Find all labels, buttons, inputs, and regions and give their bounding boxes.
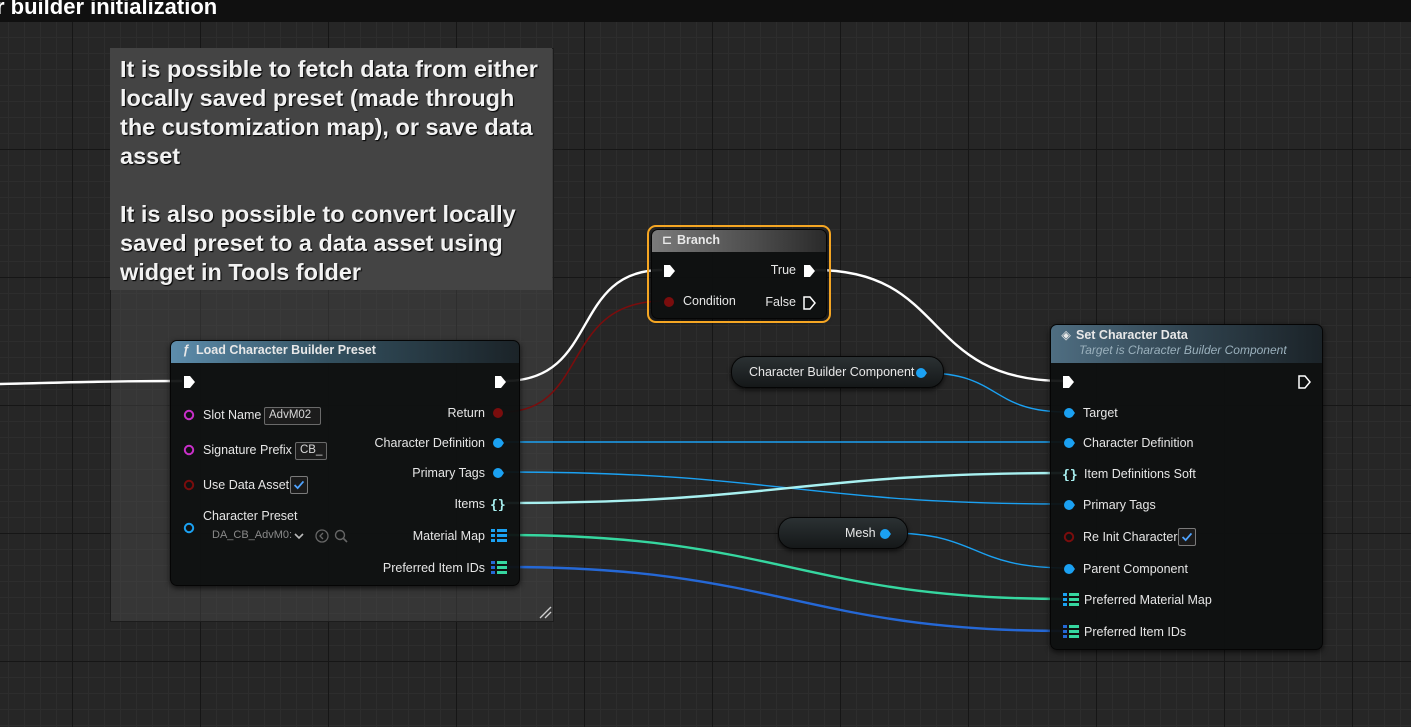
items-out-label: Items bbox=[454, 497, 485, 511]
set-node-subtitle: Target is Character Builder Component bbox=[1079, 343, 1287, 357]
exec-out-pin-icon[interactable] bbox=[493, 375, 507, 389]
preferred-item-ids-out-label: Preferred Item IDs bbox=[382, 561, 485, 575]
use-data-asset-checkbox[interactable] bbox=[290, 476, 308, 494]
character-definition-out-label: Character Definition bbox=[374, 436, 485, 450]
parent-component-pin-icon[interactable] bbox=[1063, 563, 1075, 575]
exec-wire-in bbox=[0, 379, 183, 386]
re-init-character-checkbox[interactable] bbox=[1178, 528, 1196, 546]
preferred-item-ids-in-label: Preferred Item IDs bbox=[1084, 625, 1187, 639]
character-definition-in-label: Character Definition bbox=[1083, 436, 1194, 450]
mesh-label: Mesh bbox=[845, 526, 876, 540]
preferred-item-ids-pin-icon[interactable] bbox=[491, 561, 507, 575]
exec-wire-load-to-branch bbox=[504, 268, 663, 383]
array-wire-preferred-item-ids bbox=[504, 565, 1068, 633]
material-map-pin-icon[interactable] bbox=[491, 529, 507, 543]
items-set-pin-icon[interactable]: {} bbox=[490, 497, 506, 511]
function-icon: ƒ bbox=[182, 343, 190, 357]
mesh-out-pin-icon[interactable] bbox=[879, 528, 891, 540]
character-builder-component-label: Character Builder Component bbox=[749, 365, 915, 379]
branch-selection-outline bbox=[647, 225, 831, 323]
character-preset-label: Character Preset bbox=[203, 509, 298, 523]
character-preset-pin-icon[interactable] bbox=[183, 522, 195, 534]
svg-text:{}: {} bbox=[1062, 468, 1078, 481]
slot-name-field[interactable]: AdvM02 bbox=[264, 407, 321, 425]
object-wire-component-target bbox=[925, 372, 1068, 413]
slot-name-label: Slot Name bbox=[203, 408, 262, 422]
material-map-out-label: Material Map bbox=[412, 529, 485, 543]
load-node-header[interactable]: ƒ Load Character Builder Preset bbox=[171, 341, 519, 363]
target-pin-icon[interactable] bbox=[1063, 407, 1075, 419]
use-data-asset-pin-icon[interactable] bbox=[183, 479, 195, 491]
primary-tags-out-pin-icon[interactable] bbox=[492, 467, 504, 479]
set-character-data-node[interactable]: ◈ Set Character Data Target is Character … bbox=[1050, 324, 1323, 650]
primary-tags-in-label: Primary Tags bbox=[1083, 498, 1156, 512]
set-exec-out-pin-icon[interactable] bbox=[1297, 375, 1311, 389]
set-node-title: Set Character Data bbox=[1076, 328, 1188, 342]
object-wire-mesh-parent bbox=[889, 532, 1068, 569]
primary-tags-in-pin-icon[interactable] bbox=[1063, 499, 1075, 511]
re-init-character-label: Re Init Character bbox=[1083, 530, 1178, 544]
parent-component-label: Parent Component bbox=[1083, 562, 1188, 576]
bool-wire-return-to-condition bbox=[502, 300, 664, 413]
set-node-header[interactable]: ◈ Set Character Data Target is Character … bbox=[1051, 325, 1322, 363]
load-character-builder-preset-node[interactable]: ƒ Load Character Builder Preset Slot Name… bbox=[170, 340, 520, 586]
use-data-asset-label: Use Data Asset bbox=[203, 478, 290, 492]
re-init-character-pin-icon[interactable] bbox=[1063, 531, 1075, 543]
item-definitions-soft-label: Item Definitions Soft bbox=[1084, 467, 1196, 481]
preferred-material-map-pin-icon[interactable] bbox=[1063, 593, 1079, 607]
mesh-var-node[interactable]: Mesh bbox=[778, 517, 908, 549]
target-label: Target bbox=[1083, 406, 1118, 420]
character-definition-out-pin-icon[interactable] bbox=[492, 437, 504, 449]
component-out-pin-icon[interactable] bbox=[915, 367, 927, 379]
character-builder-component-var-node[interactable]: Character Builder Component bbox=[731, 356, 944, 388]
preferred-item-ids-in-pin-icon[interactable] bbox=[1063, 625, 1079, 639]
message-function-icon: ◈ bbox=[1061, 328, 1071, 342]
load-node-title: Load Character Builder Preset bbox=[196, 343, 376, 357]
signature-prefix-field[interactable]: CB_ bbox=[295, 442, 327, 460]
preferred-material-map-label: Preferred Material Map bbox=[1084, 593, 1212, 607]
item-definitions-soft-pin-icon[interactable]: {} bbox=[1062, 467, 1078, 481]
primary-tags-out-label: Primary Tags bbox=[412, 466, 485, 480]
browse-asset-search-icon[interactable] bbox=[333, 528, 349, 544]
return-pin-icon[interactable] bbox=[492, 407, 504, 419]
struct-wire-items bbox=[504, 471, 1068, 505]
return-label: Return bbox=[447, 406, 485, 420]
character-preset-combo[interactable]: DA_CB_AdvM0: bbox=[212, 529, 292, 541]
character-definition-in-pin-icon[interactable] bbox=[1063, 437, 1075, 449]
use-selected-asset-icon[interactable] bbox=[314, 528, 330, 544]
signature-prefix-pin-icon[interactable] bbox=[183, 444, 195, 456]
chevron-down-icon[interactable] bbox=[291, 528, 307, 544]
set-exec-in-pin-icon[interactable] bbox=[1061, 375, 1075, 389]
exec-in-pin-icon[interactable] bbox=[182, 375, 196, 389]
signature-prefix-label: Signature Prefix bbox=[203, 443, 292, 457]
svg-text:{}: {} bbox=[490, 498, 506, 511]
slot-name-pin-icon[interactable] bbox=[183, 409, 195, 421]
